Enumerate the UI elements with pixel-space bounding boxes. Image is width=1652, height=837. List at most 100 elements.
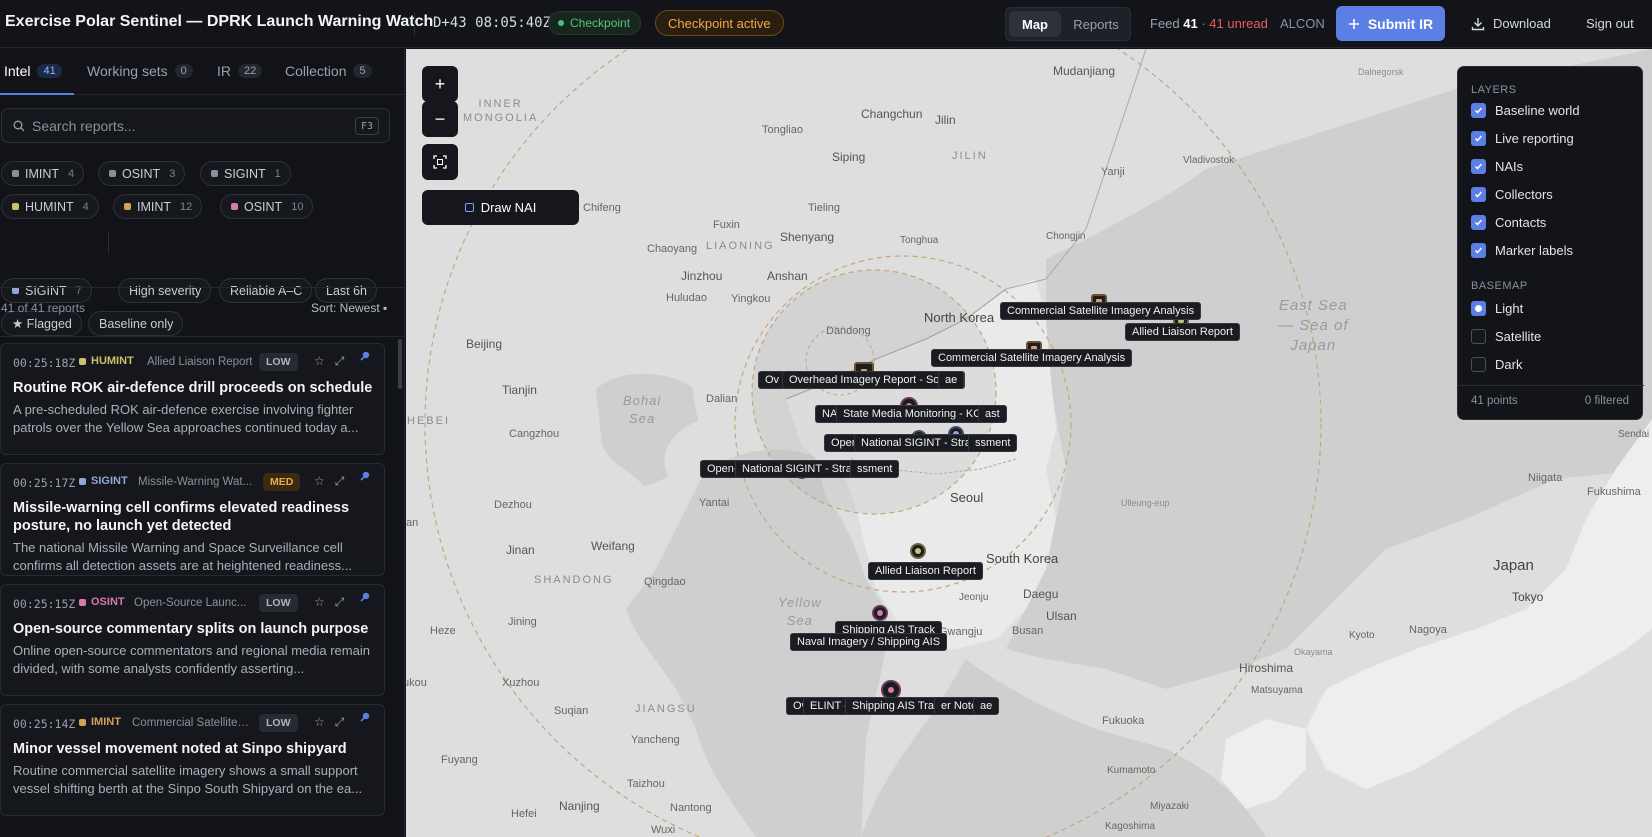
sign-out-link[interactable]: Sign out xyxy=(1586,16,1634,31)
marker-label[interactable]: Commercial Satellite Imagery Analysis xyxy=(1000,302,1202,320)
place-label: Kumamoto xyxy=(1107,765,1156,776)
radio-selected-icon[interactable] xyxy=(1471,301,1486,316)
expand-icon[interactable]: ⤢ xyxy=(335,595,345,610)
report-card[interactable]: 00:25:18Z HUMINT Allied Liaison Report L… xyxy=(0,343,385,455)
place-label: SHANDONG xyxy=(534,574,614,586)
search-input[interactable]: Search reports... F3 xyxy=(1,108,390,143)
marker-label[interactable]: ssment xyxy=(968,434,1018,452)
star-icon[interactable]: ☆ xyxy=(314,715,325,730)
discipline-tag: SIGINT xyxy=(79,475,128,487)
star-icon[interactable]: ☆ xyxy=(314,595,325,610)
filter-chip-reliable[interactable]: Reliable A–C xyxy=(219,278,313,303)
basemap-option-satellite[interactable]: Satellite xyxy=(1471,329,1541,344)
filter-chip-imint-live[interactable]: IMINT 12 xyxy=(113,194,203,219)
marker-label[interactable]: Naval Imagery / Shipping AIS xyxy=(790,633,948,651)
filter-chip-sigint[interactable]: SIGINT 1 xyxy=(200,161,291,186)
checkpoint-active-button[interactable]: Checkpoint active xyxy=(655,10,784,36)
checkbox-checked-icon[interactable] xyxy=(1471,131,1486,146)
pin-icon[interactable] xyxy=(359,470,371,482)
tab-collection[interactable]: Collection 5 xyxy=(285,63,372,79)
layer-toggle-contacts[interactable]: Contacts xyxy=(1471,215,1546,230)
place-label: Wuxi xyxy=(651,824,676,836)
place-label: North Korea xyxy=(924,310,995,325)
checkbox-checked-icon[interactable] xyxy=(1471,215,1486,230)
layer-toggle-baseline[interactable]: Baseline world xyxy=(1471,103,1580,118)
place-label: Miyazaki xyxy=(1150,801,1189,812)
basemap-option-light[interactable]: Light xyxy=(1471,301,1523,316)
checkbox-checked-icon[interactable] xyxy=(1471,159,1486,174)
imint-swatch-icon xyxy=(124,203,131,210)
layer-toggle-live[interactable]: Live reporting xyxy=(1471,131,1574,146)
checkbox-checked-icon[interactable] xyxy=(1471,103,1486,118)
download-button[interactable]: Download xyxy=(1471,16,1551,31)
marker-label[interactable]: ae xyxy=(938,371,965,389)
place-label: ukou xyxy=(406,677,427,689)
marker-label[interactable]: Allied Liaison Report xyxy=(1125,323,1240,341)
layer-toggle-marker-labels[interactable]: Marker labels xyxy=(1471,243,1573,258)
filter-chip-osint-live[interactable]: OSINT 10 xyxy=(220,194,314,219)
filter-chip-high-severity[interactable]: High severity xyxy=(118,278,212,303)
tab-ir[interactable]: IR 22 xyxy=(217,63,263,79)
chip-count: 4 xyxy=(68,167,75,180)
filter-chip-osint[interactable]: OSINT 3 xyxy=(98,161,186,186)
report-card[interactable]: 00:25:15Z OSINT Open-Source Launc... LOW… xyxy=(0,584,385,696)
tab-reports[interactable]: Reports xyxy=(1064,11,1128,37)
radio-icon[interactable] xyxy=(1471,357,1486,372)
card-actions: ☆ ⤢ xyxy=(314,474,344,489)
place-label: Chongjin xyxy=(1046,231,1086,242)
checkbox-checked-icon[interactable] xyxy=(1471,187,1486,202)
chip-label: OSINT xyxy=(244,199,283,214)
tab-working-sets[interactable]: Working sets 0 xyxy=(87,63,193,79)
submit-ir-button[interactable]: Submit IR xyxy=(1336,6,1445,41)
chip-label: HUMINT xyxy=(25,199,74,214)
map-canvas[interactable]: INNER MONGOLIA Mudanjiang Dalnegorsk Cha… xyxy=(406,49,1652,837)
draw-nai-button[interactable]: Draw NAI xyxy=(422,190,579,225)
pin-icon[interactable] xyxy=(359,591,371,603)
filter-chip-last-6h[interactable]: Last 6h xyxy=(315,278,378,303)
basemap-option-dark[interactable]: Dark xyxy=(1471,357,1522,372)
expand-icon[interactable]: ⤢ xyxy=(335,354,345,369)
tab-map[interactable]: Map xyxy=(1009,11,1061,37)
fit-bounds-button[interactable] xyxy=(422,144,458,180)
report-marker[interactable] xyxy=(872,605,888,621)
report-headline: Missile-warning cell confirms elevated r… xyxy=(13,500,350,534)
report-summary: The national Missile Warning and Space S… xyxy=(13,540,352,573)
filter-chip-humint[interactable]: HUMINT 4 xyxy=(1,194,99,219)
expand-icon[interactable]: ⤢ xyxy=(335,715,345,730)
layer-toggle-collectors[interactable]: Collectors xyxy=(1471,187,1553,202)
marker-label[interactable]: ssment xyxy=(850,460,900,478)
filter-chip-imint[interactable]: IMINT 4 xyxy=(1,161,85,186)
marker-label[interactable]: Commercial Satellite Imagery Analysis xyxy=(931,349,1133,367)
osint-swatch-icon xyxy=(109,170,116,177)
marker-label[interactable]: ae xyxy=(973,697,1000,715)
report-card[interactable]: 00:25:14Z IMINT Commercial Satellite I..… xyxy=(0,704,385,816)
pin-icon[interactable] xyxy=(359,350,371,362)
marker-label[interactable]: ast xyxy=(978,405,1007,423)
top-bar: Exercise Polar Sentinel — DPRK Launch Wa… xyxy=(0,0,1652,48)
plus-icon xyxy=(1348,18,1359,29)
tab-intel[interactable]: Intel 41 xyxy=(4,63,62,79)
filter-chip-baseline-only[interactable]: Baseline only xyxy=(88,311,184,336)
exercise-clock: D+43 08:05:40Z xyxy=(433,15,552,31)
scrollbar-thumb[interactable] xyxy=(398,339,402,389)
star-icon[interactable]: ☆ xyxy=(314,354,325,369)
star-icon[interactable]: ☆ xyxy=(314,474,325,489)
filter-chip-sigint-live[interactable]: SIGINT 7 xyxy=(1,278,92,303)
unread-count: · 41 unread xyxy=(1201,16,1268,31)
zoom-in-button[interactable]: + xyxy=(422,66,458,102)
report-headline: Open-source commentary splits on launch … xyxy=(13,621,369,637)
marker-label[interactable]: Allied Liaison Report xyxy=(868,562,983,580)
place-label: LIAONING xyxy=(706,240,775,252)
report-marker[interactable] xyxy=(910,543,926,559)
report-card[interactable]: 00:25:17Z SIGINT Missile-Warning Wat... … xyxy=(0,463,385,576)
zoom-out-button[interactable]: − xyxy=(422,101,458,137)
app-title: Exercise Polar Sentinel — DPRK Launch Wa… xyxy=(5,13,434,30)
radio-icon[interactable] xyxy=(1471,329,1486,344)
checkbox-checked-icon[interactable] xyxy=(1471,243,1486,258)
expand-icon[interactable]: ⤢ xyxy=(335,474,345,489)
pin-icon[interactable] xyxy=(359,711,371,723)
layer-toggle-nais[interactable]: NAIs xyxy=(1471,159,1523,174)
sort-dropdown[interactable]: Sort: Newest ▪ xyxy=(311,301,387,315)
points-count: 41 points xyxy=(1471,395,1518,407)
tab-label: Collection xyxy=(285,63,347,79)
